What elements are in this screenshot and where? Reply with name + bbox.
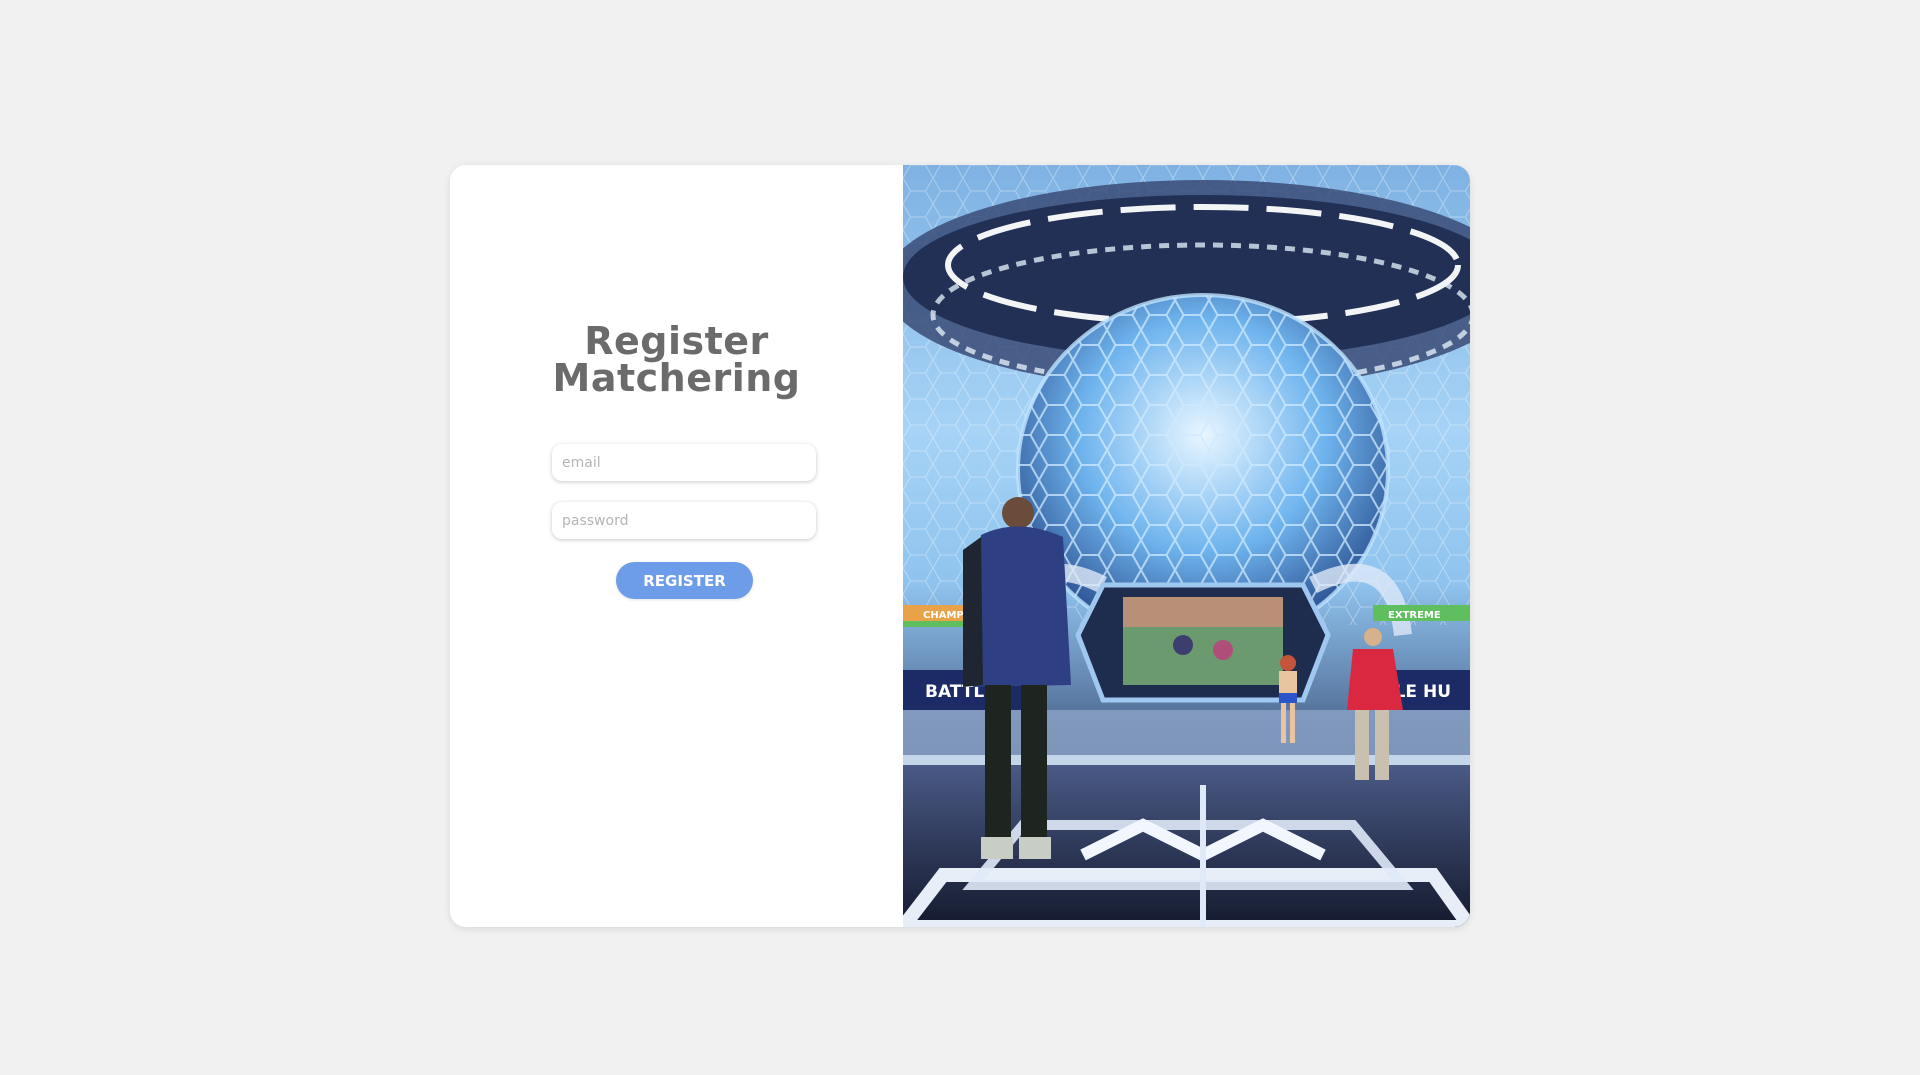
register-form-panel: Register Matchering REGISTER bbox=[450, 165, 903, 927]
register-button[interactable]: REGISTER bbox=[616, 562, 753, 599]
arena-illustration: CHAMP EXTREME BATTLE TLE HU bbox=[903, 165, 1470, 927]
title-line-2: Matchering bbox=[552, 356, 801, 400]
register-card: Register Matchering REGISTER bbox=[450, 165, 1470, 927]
page-title: Register Matchering bbox=[450, 319, 903, 400]
email-input[interactable] bbox=[552, 444, 816, 481]
title-line-1: Register bbox=[584, 319, 769, 363]
banner-right-text: EXTREME bbox=[1388, 610, 1441, 621]
hero-image: CHAMP EXTREME BATTLE TLE HU bbox=[903, 165, 1470, 927]
password-input[interactable] bbox=[552, 502, 816, 539]
banner-left-text: CHAMP bbox=[923, 610, 964, 621]
